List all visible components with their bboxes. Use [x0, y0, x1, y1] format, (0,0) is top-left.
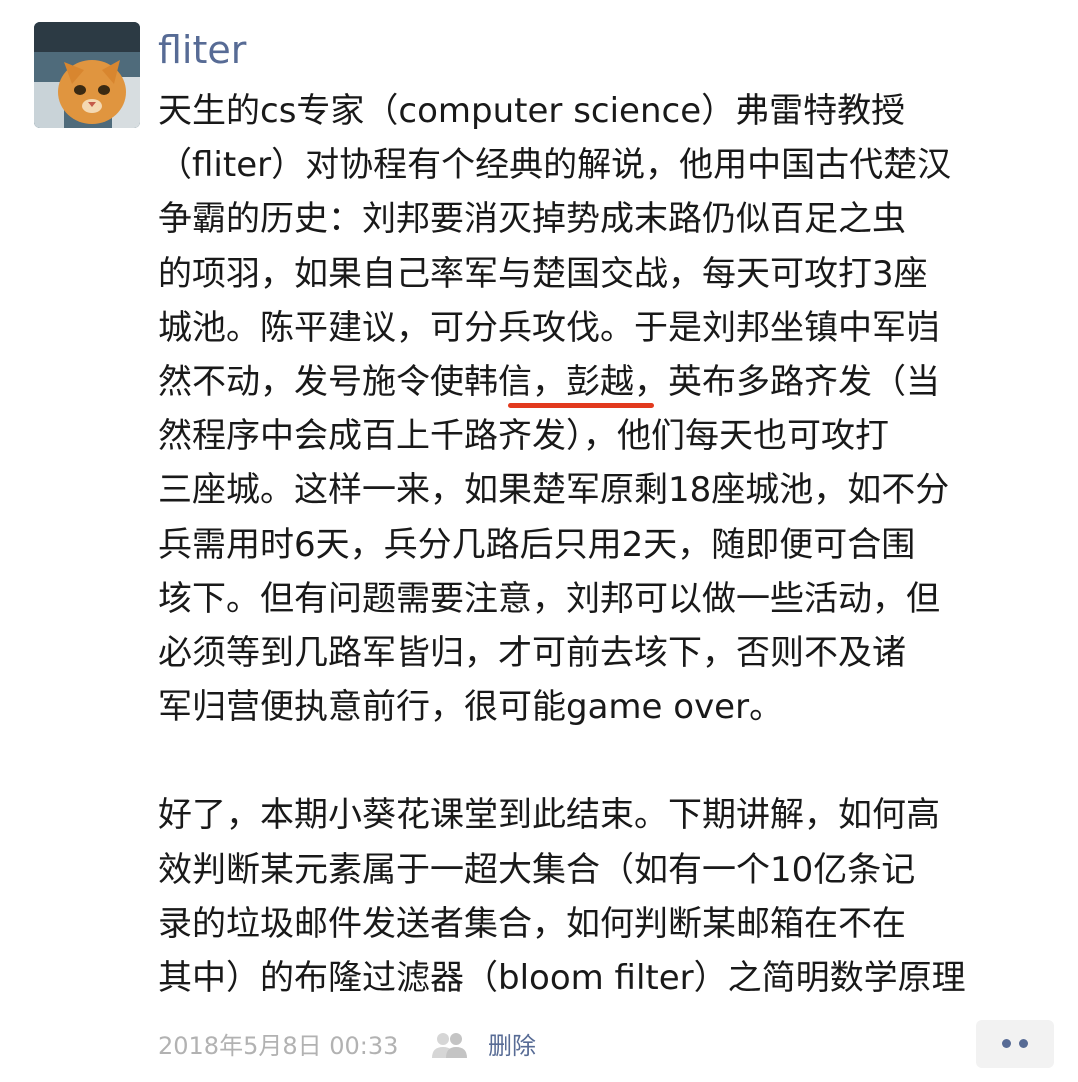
post-line: 效判断某元素属于一超大集合（如有一个10亿条记 [158, 849, 916, 890]
two-dots-icon [1019, 1039, 1028, 1048]
avatar[interactable] [34, 22, 140, 128]
post-line: 三座城。这样一来，如果楚军原剩18座城池，如不分 [158, 470, 950, 511]
cat-avatar-image [34, 22, 140, 128]
post-line: （fliter）对协程有个经典的解说，他用中国古代楚汉 [158, 145, 952, 186]
post-line: 的项羽，如果自己率军与楚国交战，每天可攻打3座 [158, 253, 928, 294]
post-line: 然不动，发号施令使韩信，彭越，英布多路齐发（当 [158, 362, 940, 403]
username-link[interactable]: fliter [158, 24, 246, 76]
post-line: 争霸的历史：刘邦要消灭掉势成末路仍似百足之虫 [158, 199, 906, 240]
post-line: 兵需用时6天，兵分几路后只用2天，随即便可合围 [158, 524, 916, 565]
more-actions-button[interactable] [976, 1020, 1054, 1068]
post-line: 录的垃圾邮件发送者集合，如何判断某邮箱在不在 [158, 903, 906, 944]
post-line: 然程序中会成百上千路齐发），他们每天也可攻打 [158, 416, 889, 457]
post-paragraph-2: 好了，本期小葵花课堂到此结束。下期讲解，如何高 效判断某元素属于一超大集合（如有… [158, 788, 1058, 1005]
post-content: 天生的cs专家（computer science）弗雷特教授 （fliter）对… [158, 84, 1058, 1005]
post-line: 天生的cs专家（computer science）弗雷特教授 [158, 91, 906, 131]
people-icon [432, 1033, 467, 1058]
post-line: 其中）的布隆过滤器（bloom filter）之简明数学原理 [158, 958, 966, 999]
post-line: 必须等到几路军皆归，才可前去垓下，否则不及诸 [158, 633, 906, 674]
two-dots-icon [1002, 1039, 1011, 1048]
post-line: 城池。陈平建议，可分兵攻伐。于是刘邦坐镇中军岿 [158, 307, 940, 348]
delete-link[interactable]: 删除 [488, 1028, 536, 1064]
post-footer: 2018年5月8日 00:33 删除 [158, 1020, 1058, 1068]
post-line: 军归营便执意前行，很可能game over。 [158, 687, 784, 728]
post-timestamp: 2018年5月8日 00:33 [158, 1032, 399, 1060]
post-paragraph-1: 天生的cs专家（computer science）弗雷特教授 （fliter）对… [158, 84, 1058, 734]
post-line: 垓下。但有问题需要注意，刘邦可以做一些活动，但 [158, 578, 940, 619]
red-underline-annotation [508, 403, 654, 408]
post-line: 好了，本期小葵花课堂到此结束。下期讲解，如何高 [158, 795, 940, 836]
